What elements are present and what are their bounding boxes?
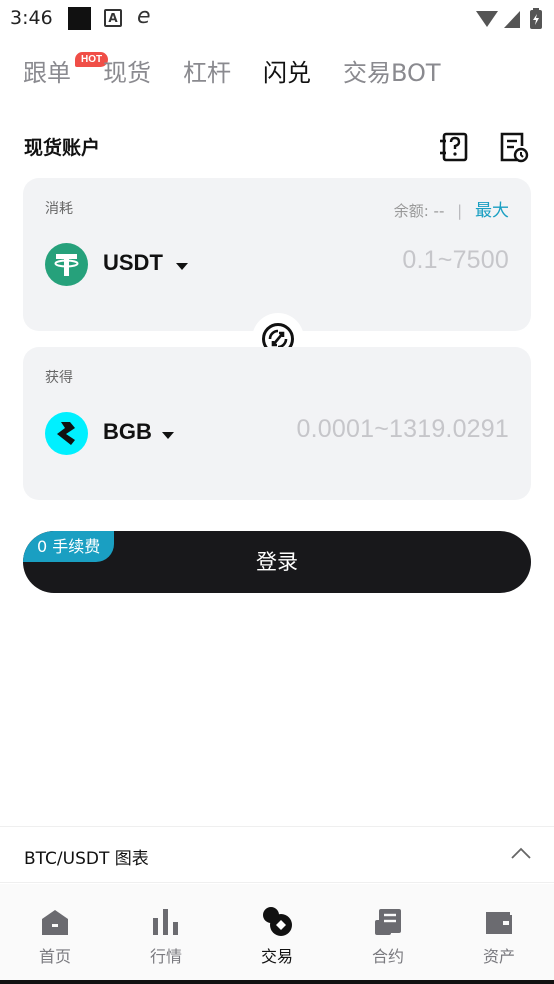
nav-trade[interactable]: 交易 — [222, 884, 332, 980]
nav-label: 行情 — [149, 947, 182, 966]
balance-label: 余额: — [393, 202, 429, 220]
history-icon[interactable] — [497, 131, 529, 163]
receive-coin-name[interactable]: BGB — [103, 419, 152, 445]
wallet-icon — [486, 912, 512, 934]
pay-card: 消耗 余额: -- | 最大 USDT 0.1~7500 — [23, 178, 531, 331]
chevron-down-icon[interactable] — [176, 263, 188, 270]
signal-icon — [504, 11, 520, 28]
top-tabs: 跟单 HOT 现货 杠杆 闪兑 交易BOT — [0, 52, 554, 96]
nav-futures[interactable]: 合约 — [333, 884, 443, 980]
tab-margin[interactable]: 杠杆 — [183, 56, 231, 90]
nav-label: 合约 — [371, 947, 404, 966]
notification-icon — [68, 7, 91, 30]
usdt-coin-icon — [45, 243, 88, 286]
trade-icon — [263, 907, 292, 936]
browser-notification-icon: e — [137, 4, 151, 29]
wifi-icon — [476, 11, 498, 27]
nav-label: 交易 — [260, 947, 293, 966]
nav-label: 资产 — [482, 947, 515, 966]
max-button[interactable]: 最大 — [475, 201, 509, 221]
status-bar: 3:46 A e — [0, 0, 554, 38]
status-time: 3:46 — [10, 7, 53, 29]
bgb-coin-icon — [45, 412, 88, 455]
login-button[interactable]: 登录 0 手续费 — [23, 531, 531, 593]
nav-label: 首页 — [38, 947, 71, 966]
balance-value: -- — [433, 202, 445, 220]
pay-amount-input[interactable]: 0.1~7500 — [402, 246, 509, 275]
home-indicator — [0, 980, 554, 984]
tab-spot[interactable]: 现货 — [103, 56, 151, 90]
orders-icon[interactable] — [438, 131, 470, 163]
chart-toggle-bar[interactable]: BTC/USDT 图表 — [0, 826, 554, 883]
receive-amount-input[interactable]: 0.0001~1319.0291 — [297, 415, 509, 444]
chart-label: BTC/USDT 图表 — [24, 849, 149, 869]
tab-trading-bot[interactable]: 交易BOT — [343, 56, 441, 90]
bottom-nav: 首页 行情 交易 合约 资产 — [0, 884, 554, 980]
futures-icon — [375, 909, 401, 935]
zero-fee-badge: 0 手续费 — [23, 531, 115, 562]
app-notification-icon: A — [104, 9, 122, 27]
balance-separator: | — [457, 202, 463, 220]
system-status-icons — [476, 8, 542, 29]
nav-market[interactable]: 行情 — [111, 884, 221, 980]
chevron-up-icon[interactable] — [510, 843, 532, 865]
chevron-down-icon[interactable] — [162, 432, 174, 439]
tab-copy-trading[interactable]: 跟单 HOT — [23, 52, 109, 90]
receive-label: 获得 — [45, 370, 73, 386]
market-icon — [153, 909, 178, 935]
balance-row: 余额: -- | 最大 — [394, 196, 509, 221]
pay-label: 消耗 — [45, 201, 73, 217]
tab-label: 跟单 — [23, 59, 71, 87]
account-title: 现货账户 — [24, 137, 101, 159]
nav-assets[interactable]: 资产 — [444, 884, 554, 980]
nav-home[interactable]: 首页 — [0, 884, 110, 980]
receive-card: 获得 BGB 0.0001~1319.0291 — [23, 347, 531, 500]
pay-coin-name[interactable]: USDT — [103, 250, 163, 276]
home-icon — [42, 910, 68, 935]
tab-convert[interactable]: 闪兑 — [263, 56, 311, 90]
